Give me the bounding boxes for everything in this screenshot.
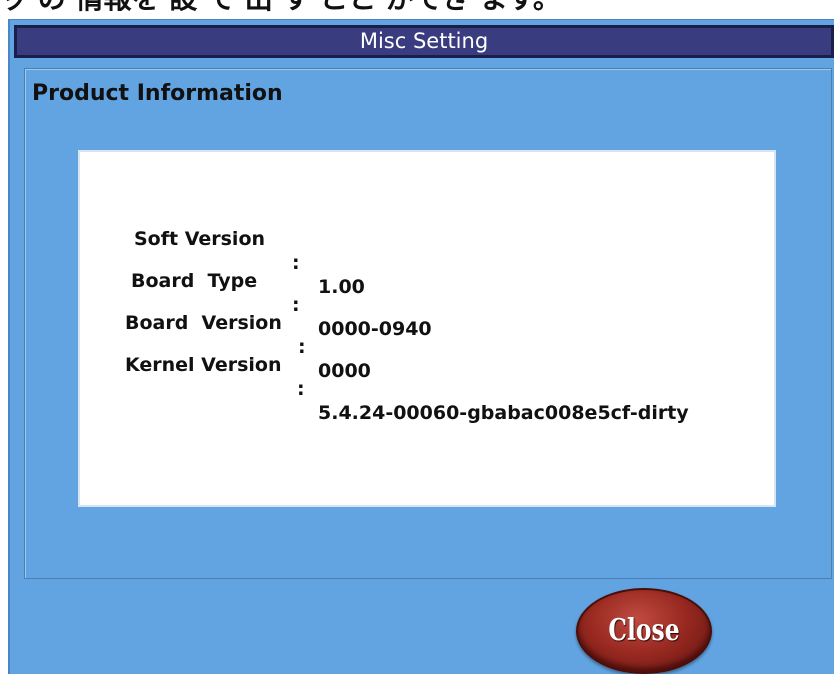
- board-version-separator: :: [298, 336, 306, 358]
- board-type-value: 0000-0940: [318, 318, 432, 340]
- board-version-value: 0000: [318, 360, 371, 382]
- close-button-label: Close: [608, 613, 680, 648]
- product-info-panel: Soft Version : 1.00 Board Type : 0000-09…: [78, 150, 776, 507]
- close-button[interactable]: Close: [576, 588, 712, 674]
- board-type-separator: :: [292, 294, 300, 316]
- kernel-version-separator: :: [297, 378, 305, 400]
- kernel-version-value: 5.4.24-00060-gbabac008e5cf-dirty: [318, 402, 689, 424]
- soft-version-separator: :: [292, 252, 300, 274]
- top-caption-text: ッ の 情報を 設 で 出 す こと ができ ます。: [0, 0, 561, 16]
- window-title: Misc Setting: [359, 29, 489, 53]
- window-title-bar: Misc Setting: [14, 25, 834, 58]
- info-row-kernel-version: Kernel Version : 5.4.24-00060-gbabac008e…: [125, 329, 689, 449]
- kernel-version-label: Kernel Version: [125, 354, 282, 376]
- product-information-heading: Product Information: [32, 81, 283, 106]
- soft-version-value: 1.00: [318, 276, 365, 298]
